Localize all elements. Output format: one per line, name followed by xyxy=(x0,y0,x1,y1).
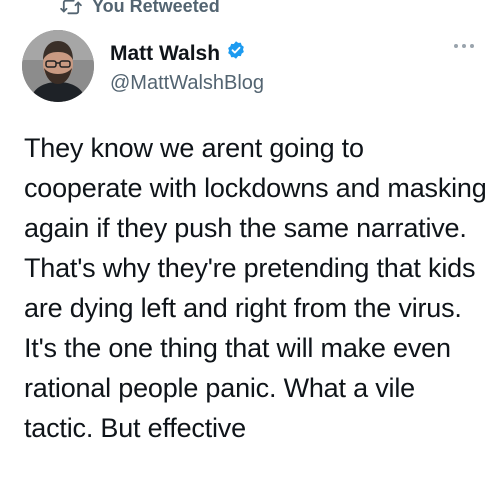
author-name-row: Matt Walsh xyxy=(110,40,264,67)
verified-badge-icon xyxy=(226,40,246,67)
tweet-author: Matt Walsh @MattWalshBlog xyxy=(110,40,264,97)
retweet-indicator: You Retweeted xyxy=(60,0,220,17)
author-handle[interactable]: @MattWalshBlog xyxy=(110,69,264,97)
retweet-label: You Retweeted xyxy=(92,0,220,16)
retweet-icon xyxy=(60,0,82,16)
avatar[interactable] xyxy=(22,30,94,102)
author-name[interactable]: Matt Walsh xyxy=(110,41,220,67)
tweet-text: They know we arent going to cooperate wi… xyxy=(24,133,487,443)
more-options-icon[interactable] xyxy=(454,44,474,48)
